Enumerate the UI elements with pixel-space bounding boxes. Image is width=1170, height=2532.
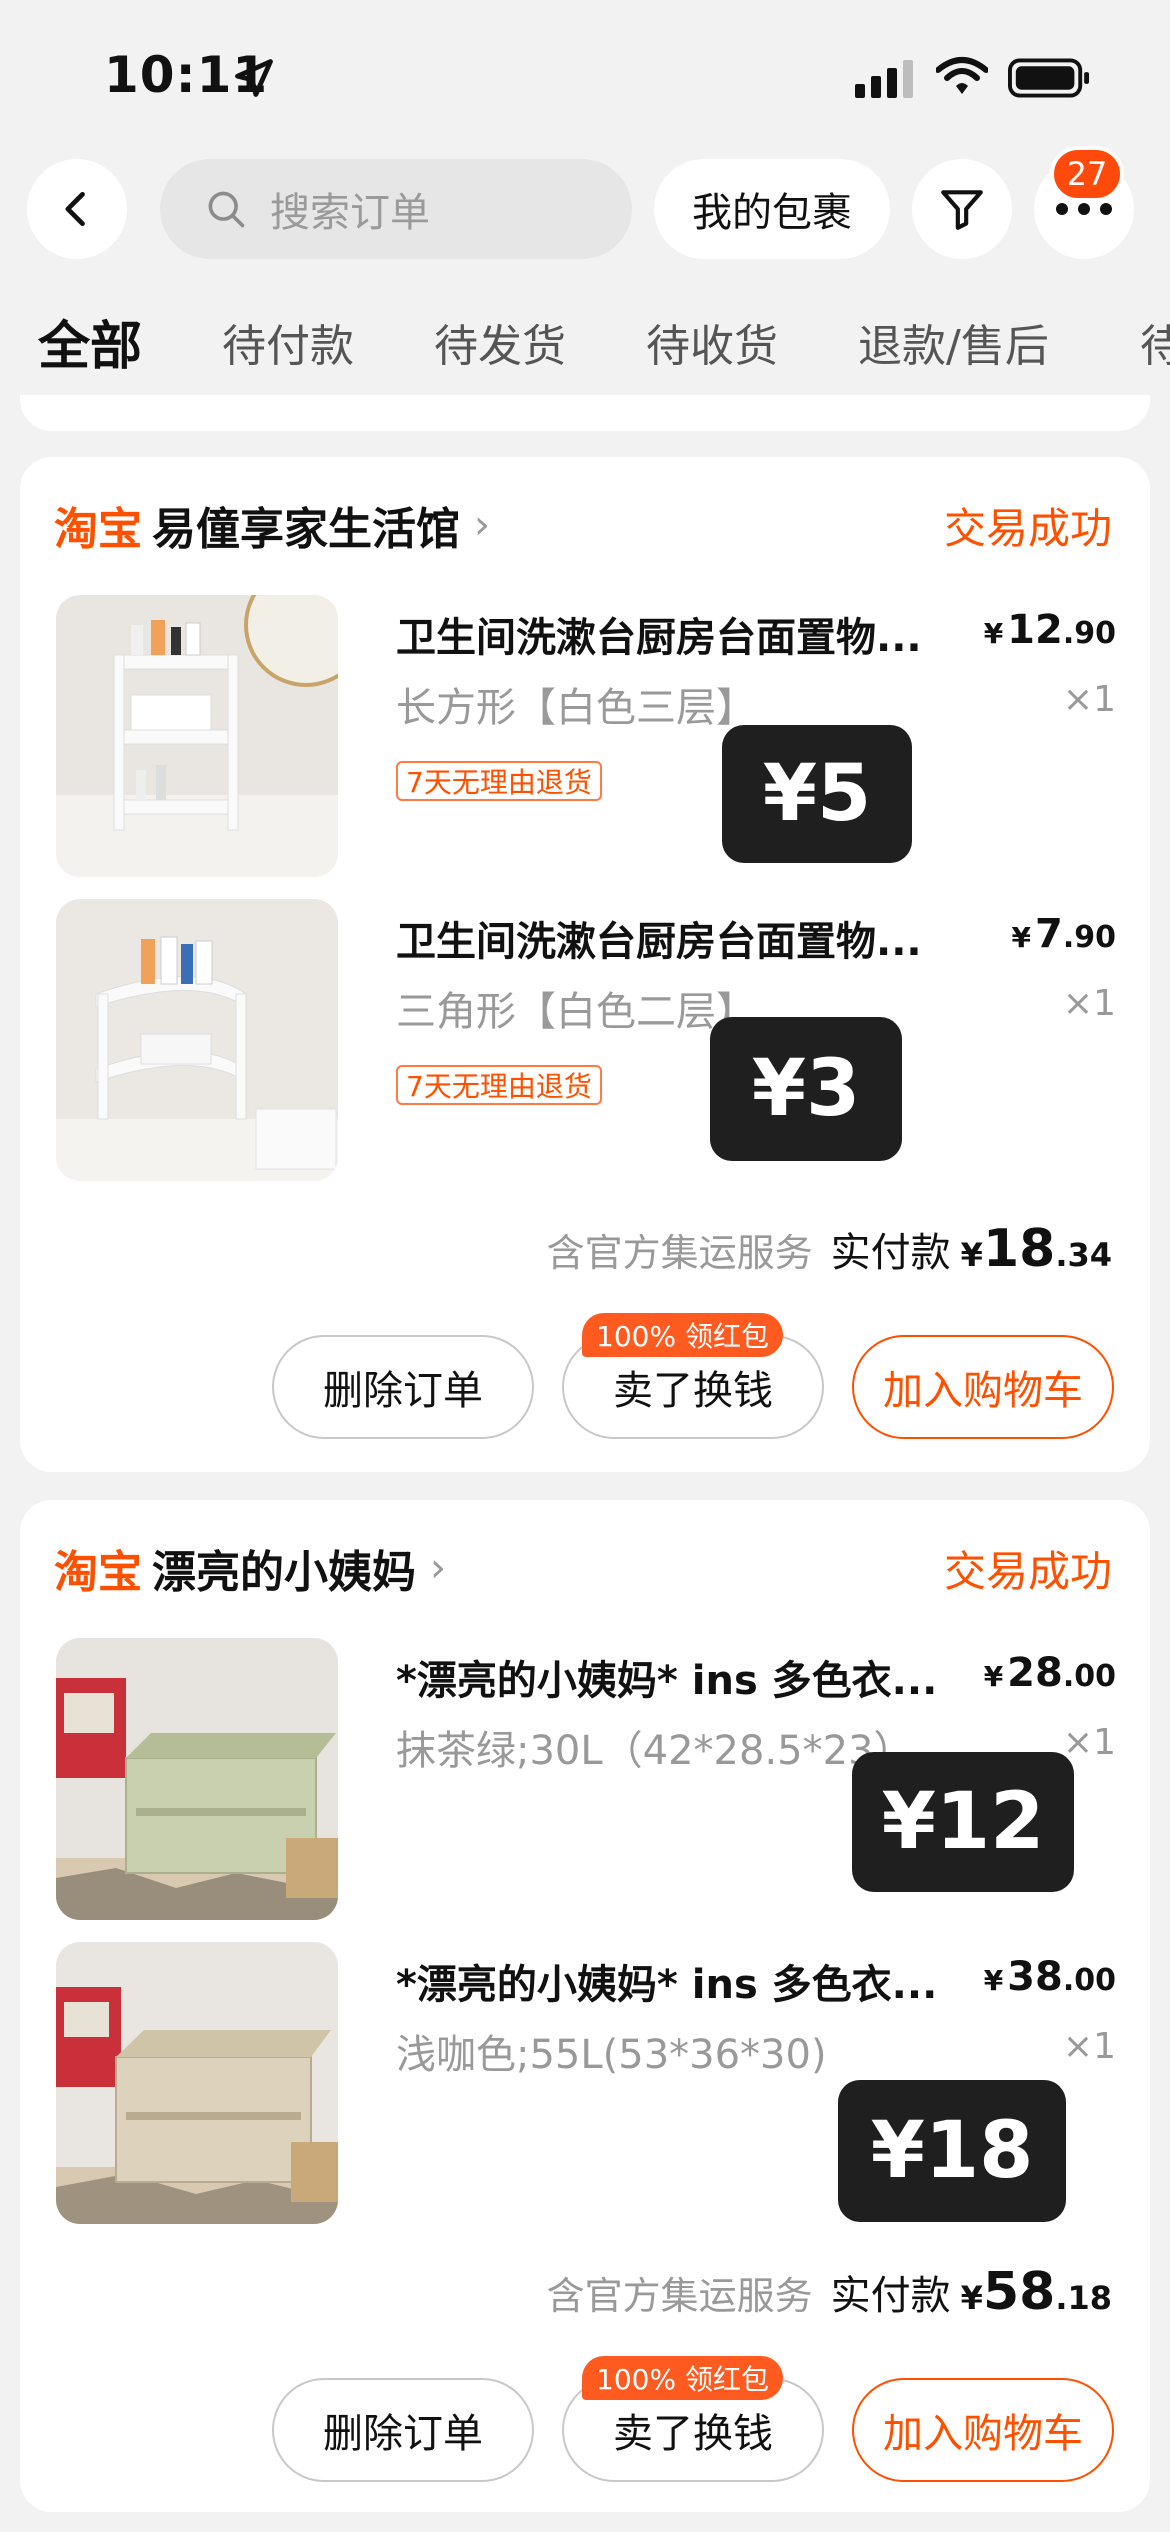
tab-pending-receipt[interactable]: 待收货 (646, 310, 778, 374)
previous-order-card (20, 395, 1150, 431)
tab-pending-shipment[interactable]: 待发货 (434, 310, 566, 374)
red-packet-promo-tag: 100% 领红包 (582, 2356, 783, 2400)
product-spec: 三角形【白色二层】 (396, 989, 756, 1035)
order-card[interactable]: 淘宝 易僮享家生活馆 › 交易成功 卫生间洗漱台厨房台面置物... ¥ 12.9… (20, 457, 1150, 1472)
search-placeholder: 搜索订单 (270, 190, 430, 236)
return-policy-tag: 7天无理由退货 (396, 761, 602, 801)
status-bar: 10:11 (0, 0, 1170, 150)
wifi-icon (936, 57, 988, 94)
delete-order-button[interactable]: 删除订单 (272, 2378, 534, 2482)
top-bar: 搜索订单 我的包裹 27 (0, 146, 1170, 270)
notification-badge: 27 (1050, 146, 1124, 202)
tab-pending-payment[interactable]: 待付款 (222, 310, 354, 374)
product-price: ¥38.00 (983, 1954, 1116, 2000)
shop-name: 漂亮的小姨妈 (152, 1547, 416, 1598)
product-quantity: ×1 (1062, 679, 1116, 720)
red-packet-promo-tag: 100% 领红包 (582, 1313, 783, 1357)
product-spec: 浅咖色;55L(53*36*30) (396, 2032, 827, 2078)
my-packages-button[interactable]: 我的包裹 (654, 159, 890, 259)
product-price: ¥7.90 (1011, 911, 1116, 957)
paid-label: 实付款 (830, 1230, 951, 1276)
product-price: ¥12.90 (983, 607, 1116, 653)
order-item[interactable]: 卫生间洗漱台厨房台面置物... ¥12.90 长方形【白色三层】 ×1 7天无理… (56, 595, 1116, 877)
chevron-right-icon: › (474, 502, 490, 548)
order-status: 交易成功 (943, 1547, 1112, 1596)
product-thumbnail[interactable] (56, 1638, 338, 1920)
order-tabs: 全部 待付款 待发货 待收货 退款/售后 待 (0, 310, 1170, 400)
tab-refund[interactable]: 退款/售后 (858, 310, 1049, 374)
shop-name: 易僮享家生活馆 (152, 504, 460, 555)
chevron-right-icon: › (430, 1545, 446, 1591)
order-card[interactable]: 淘宝 漂亮的小姨妈 › 交易成功 *漂亮的小姨妈* ins 多色衣... ¥28… (20, 1500, 1150, 2512)
product-quantity: ×1 (1062, 983, 1116, 1024)
order-total: 含官方集运服务 实付款 ¥ 18 .34 (547, 1219, 1112, 1279)
add-to-cart-button[interactable]: 加入购物车 (852, 2378, 1114, 2482)
taobao-logo: 淘宝 (54, 1547, 142, 1598)
product-title: *漂亮的小姨妈* ins 多色衣... (396, 1658, 938, 1704)
total-decimal: .34 (1055, 1236, 1112, 1274)
consolidated-shipping-note: 含官方集运服务 (546, 2274, 813, 2318)
price-overlay-label: ¥18 (838, 2080, 1066, 2222)
product-quantity: ×1 (1062, 2026, 1116, 2067)
price-overlay-label: ¥5 (722, 725, 912, 863)
taobao-logo: 淘宝 (54, 504, 142, 555)
currency-symbol: ¥ (960, 1236, 983, 1274)
product-title: 卫生间洗漱台厨房台面置物... (396, 615, 922, 661)
search-icon (208, 191, 245, 228)
chevron-left-icon (65, 191, 85, 227)
total-decimal: .18 (1055, 2279, 1112, 2317)
more-dots-icon (1056, 203, 1112, 215)
back-button[interactable] (27, 159, 127, 259)
search-input[interactable]: 搜索订单 (160, 159, 632, 259)
filter-funnel-icon (941, 190, 983, 230)
product-thumbnail[interactable] (56, 899, 338, 1181)
product-spec: 长方形【白色三层】 (396, 685, 756, 731)
currency-symbol: ¥ (960, 2279, 983, 2317)
tab-more[interactable]: 待 (1140, 310, 1170, 374)
price-overlay-label: ¥12 (852, 1752, 1074, 1892)
order-total: 含官方集运服务 实付款 ¥ 58 .18 (547, 2262, 1112, 2322)
filter-button[interactable] (912, 159, 1012, 259)
tab-all[interactable]: 全部 (38, 310, 142, 379)
price-overlay-label: ¥3 (710, 1017, 902, 1161)
cellular-signal-icon (855, 60, 913, 98)
product-title: 卫生间洗漱台厨房台面置物... (396, 919, 922, 965)
product-thumbnail[interactable] (56, 595, 338, 877)
total-integer: 18 (982, 1219, 1056, 1279)
shop-header[interactable]: 淘宝 易僮享家生活馆 › (54, 493, 490, 557)
order-status: 交易成功 (943, 504, 1112, 553)
battery-icon (1008, 58, 1090, 98)
add-to-cart-button[interactable]: 加入购物车 (852, 1335, 1114, 1439)
order-item[interactable]: 卫生间洗漱台厨房台面置物... ¥7.90 三角形【白色二层】 ×1 7天无理由… (56, 899, 1116, 1181)
total-integer: 58 (982, 2262, 1056, 2322)
consolidated-shipping-note: 含官方集运服务 (546, 1231, 813, 1275)
location-arrow-icon (235, 59, 273, 97)
product-spec: 抹茶绿;30L（42*28.5*23） (396, 1728, 914, 1774)
product-thumbnail[interactable] (56, 1942, 338, 2224)
delete-order-button[interactable]: 删除订单 (272, 1335, 534, 1439)
product-title: *漂亮的小姨妈* ins 多色衣... (396, 1962, 938, 2008)
shop-header[interactable]: 淘宝 漂亮的小姨妈 › (54, 1536, 446, 1600)
product-quantity: ×1 (1062, 1722, 1116, 1763)
return-policy-tag: 7天无理由退货 (396, 1065, 602, 1105)
paid-label: 实付款 (830, 2273, 951, 2319)
product-price: ¥28.00 (983, 1650, 1116, 1696)
